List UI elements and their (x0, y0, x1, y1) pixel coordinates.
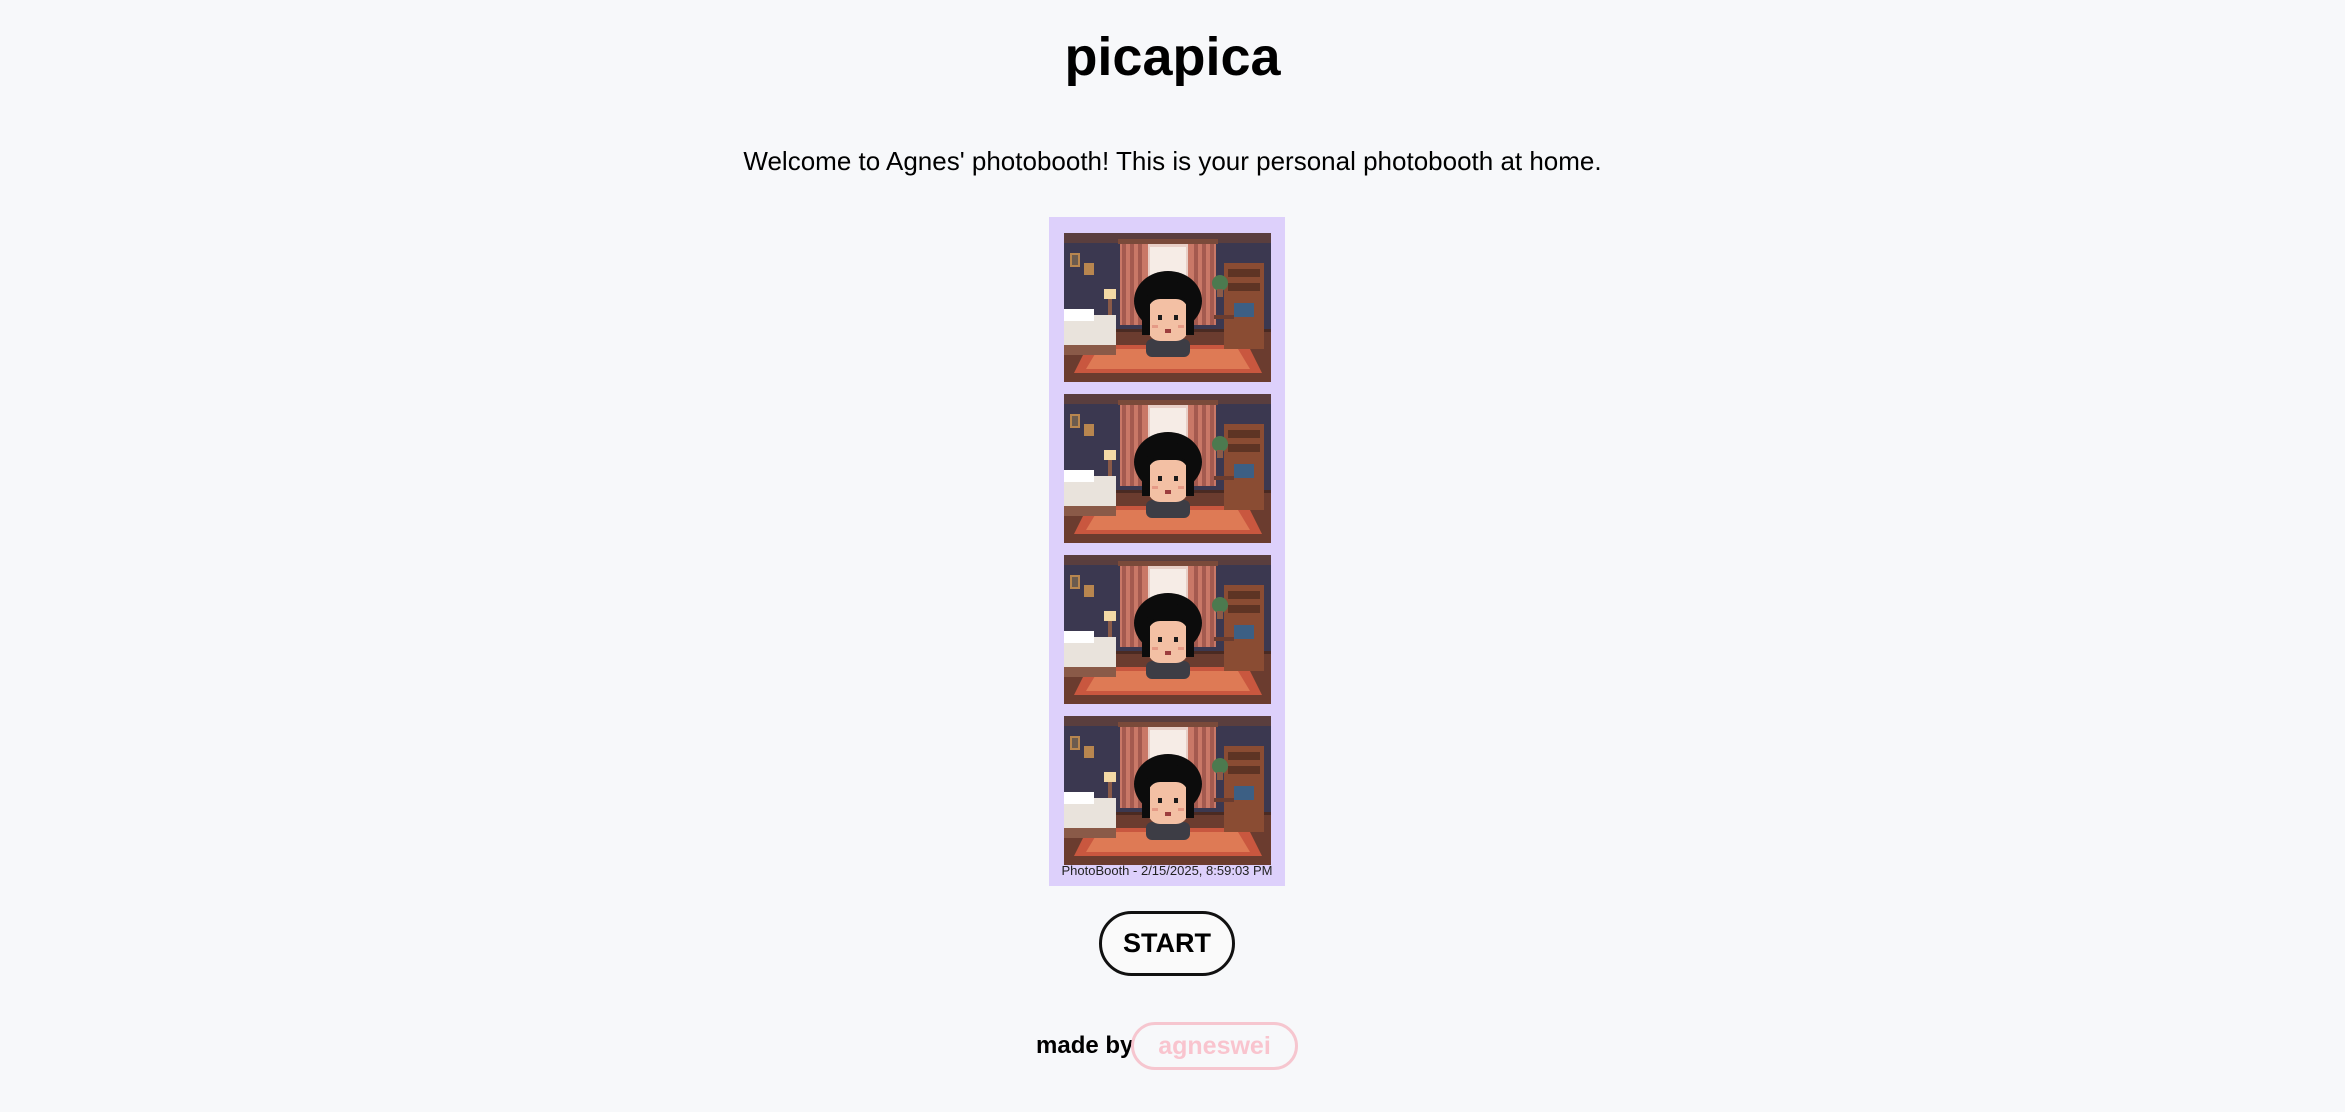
photo-strip: PhotoBooth - 2/15/2025, 8:59:03 PM (1049, 217, 1285, 886)
page-title: picapica (1064, 27, 1281, 87)
strip-photo-3 (1064, 555, 1271, 704)
start-button[interactable]: START (1099, 911, 1235, 976)
footer: made by agneswei (0, 1022, 2345, 1070)
strip-caption: PhotoBooth - 2/15/2025, 8:59:03 PM (1061, 863, 1273, 878)
welcome-text: Welcome to Agnes' photobooth! This is yo… (743, 146, 1602, 176)
made-by-label: made by (1036, 1032, 1134, 1059)
author-link[interactable]: agneswei (1131, 1022, 1298, 1070)
strip-photo-1 (1064, 233, 1271, 382)
strip-photo-4 (1064, 716, 1271, 865)
strip-photo-2 (1064, 394, 1271, 543)
